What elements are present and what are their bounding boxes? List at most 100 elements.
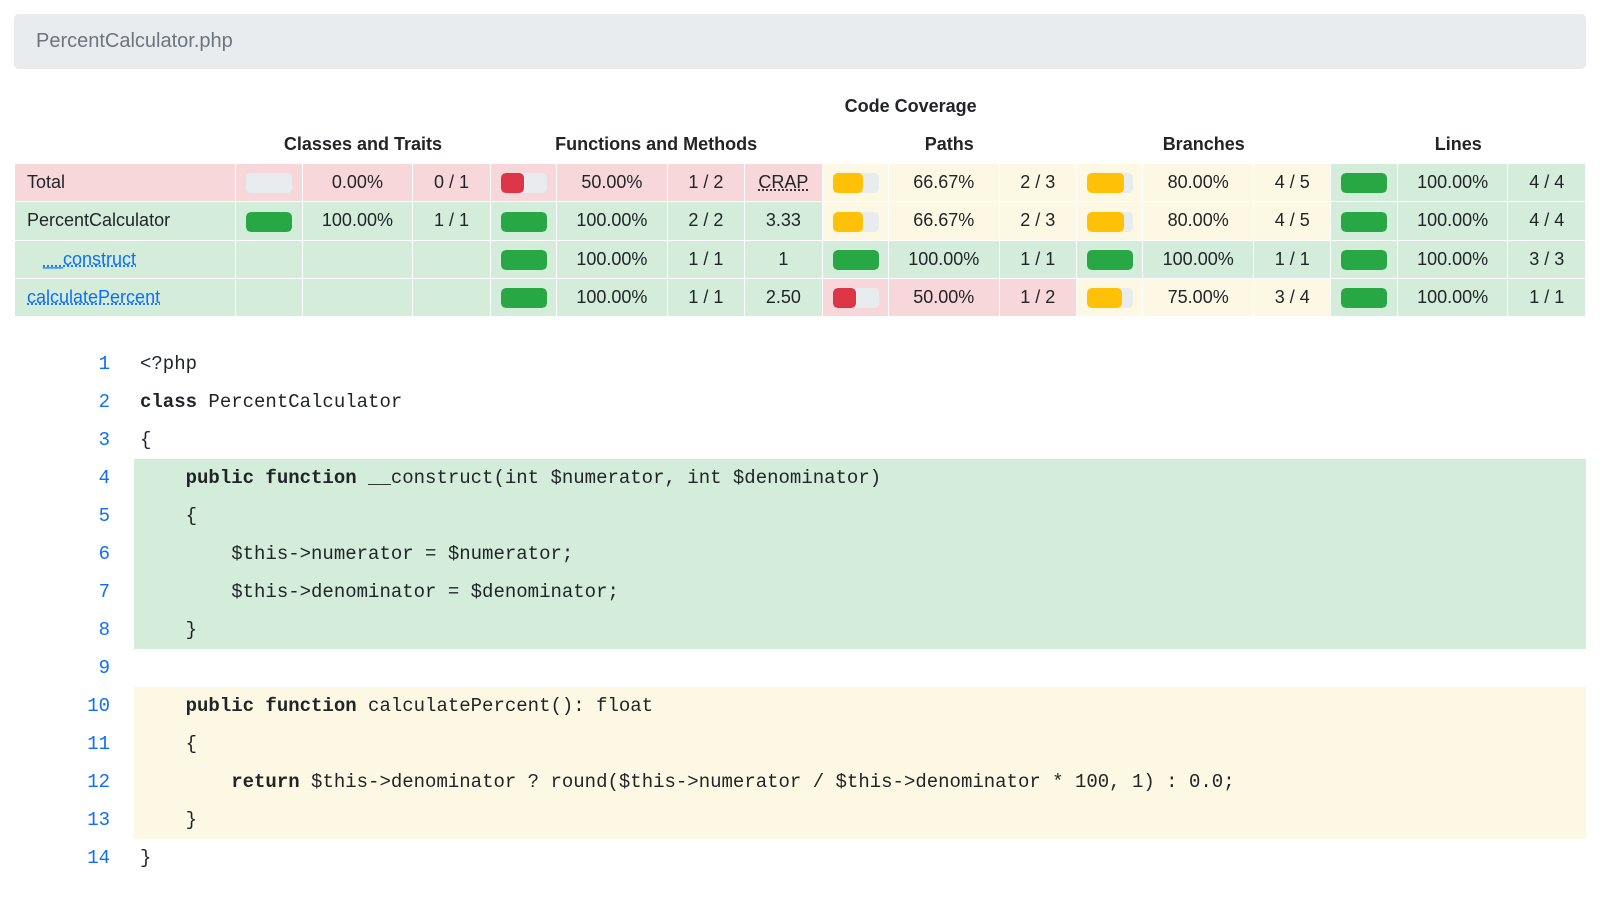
source-line: 1<?php [14,345,1586,383]
coverage-bar-cell [822,240,888,278]
coverage-bar-cell [236,202,302,240]
header-branches: Branches [1077,126,1331,164]
line-number: 8 [14,611,134,649]
line-number: 2 [14,383,134,421]
header-lines: Lines [1331,126,1586,164]
source-code-text: $this->numerator = $numerator; [134,535,1586,573]
table-row: Total0.00%0 / 150.00%1 / 2CRAP66.67%2 / … [15,164,1586,202]
coverage-percent: 66.67% [888,202,999,240]
source-code-text: class PercentCalculator [134,383,1586,421]
crap-cell: 1 [745,240,822,278]
source-line: 2class PercentCalculator [14,383,1586,421]
coverage-ratio: 2 / 3 [999,164,1076,202]
method-link[interactable]: calculatePercent [27,287,160,307]
coverage-ratio: 3 / 3 [1508,240,1586,278]
method-link[interactable]: __construct [43,249,136,269]
source-line: 7 $this->denominator = $denominator; [14,573,1586,611]
coverage-percent: 100.00% [302,202,413,240]
crap-cell: 3.33 [745,202,822,240]
coverage-bar-cell [1331,164,1397,202]
coverage-bar [1087,288,1133,308]
coverage-bar-cell [1077,202,1143,240]
coverage-ratio: 1 / 1 [1508,278,1586,316]
coverage-bar-cell [490,202,556,240]
coverage-percent: 100.00% [888,240,999,278]
source-code-text: { [134,421,1586,459]
header-functions: Functions and Methods [490,126,822,164]
header-paths: Paths [822,126,1076,164]
coverage-ratio: 3 / 4 [1254,278,1331,316]
source-code: 1<?php2class PercentCalculator3{4 public… [14,345,1586,877]
source-line: 11 { [14,725,1586,763]
crap-cell: 2.50 [745,278,822,316]
row-name: __construct [15,240,236,278]
source-line: 10 public function calculatePercent(): f… [14,687,1586,725]
line-number: 5 [14,497,134,535]
coverage-bar-cell [236,164,302,202]
coverage-bar-cell [1077,164,1143,202]
crap-abbr[interactable]: CRAP [758,172,808,192]
source-line: 14} [14,839,1586,877]
coverage-bar-cell [822,164,888,202]
coverage-percent: 100.00% [557,202,668,240]
coverage-bar-cell [236,278,302,316]
coverage-bar [1341,173,1387,193]
line-number: 3 [14,421,134,459]
header-classes: Classes and Traits [236,126,490,164]
line-number: 1 [14,345,134,383]
coverage-ratio: 1 / 2 [667,164,744,202]
coverage-bar [246,173,292,193]
coverage-bar [833,288,879,308]
header-coverage: Code Coverage [236,88,1586,126]
row-name: PercentCalculator [15,202,236,240]
coverage-bar-cell [490,278,556,316]
coverage-percent: 100.00% [557,278,668,316]
coverage-ratio [413,240,490,278]
coverage-bar-cell [822,202,888,240]
coverage-percent [302,278,413,316]
coverage-bar [501,212,547,232]
coverage-percent [302,240,413,278]
coverage-percent: 80.00% [1143,164,1254,202]
coverage-ratio: 2 / 3 [999,202,1076,240]
source-code-text: $this->denominator = $denominator; [134,573,1586,611]
coverage-ratio: 0 / 1 [413,164,490,202]
coverage-bar [1341,250,1387,270]
coverage-bar-cell [1077,240,1143,278]
coverage-percent: 50.00% [557,164,668,202]
coverage-bar-cell [490,240,556,278]
source-code-text: } [134,801,1586,839]
source-line: 6 $this->numerator = $numerator; [14,535,1586,573]
coverage-ratio: 2 / 2 [667,202,744,240]
source-code-text: return $this->denominator ? round($this-… [134,763,1586,801]
source-line: 3{ [14,421,1586,459]
coverage-percent: 80.00% [1143,202,1254,240]
coverage-percent: 0.00% [302,164,413,202]
coverage-ratio: 1 / 2 [999,278,1076,316]
source-line: 12 return $this->denominator ? round($th… [14,763,1586,801]
coverage-percent: 100.00% [1397,164,1508,202]
row-name: calculatePercent [15,278,236,316]
coverage-bar [501,288,547,308]
coverage-bar-cell [1331,240,1397,278]
coverage-percent: 75.00% [1143,278,1254,316]
crap-cell: CRAP [745,164,822,202]
source-code-text: <?php [134,345,1586,383]
line-number: 13 [14,801,134,839]
coverage-bar [833,173,879,193]
coverage-bar-cell [490,164,556,202]
coverage-ratio: 4 / 5 [1254,164,1331,202]
line-number: 7 [14,573,134,611]
coverage-bar [833,250,879,270]
table-row: calculatePercent100.00%1 / 12.5050.00%1 … [15,278,1586,316]
coverage-ratio: 1 / 1 [413,202,490,240]
breadcrumb: PercentCalculator.php [14,14,1586,69]
row-name: Total [15,164,236,202]
coverage-percent: 100.00% [1397,202,1508,240]
coverage-bar [501,173,547,193]
line-number: 4 [14,459,134,497]
source-line: 9 [14,649,1586,687]
table-row: PercentCalculator100.00%1 / 1100.00%2 / … [15,202,1586,240]
coverage-bar [833,212,879,232]
source-line: 8 } [14,611,1586,649]
